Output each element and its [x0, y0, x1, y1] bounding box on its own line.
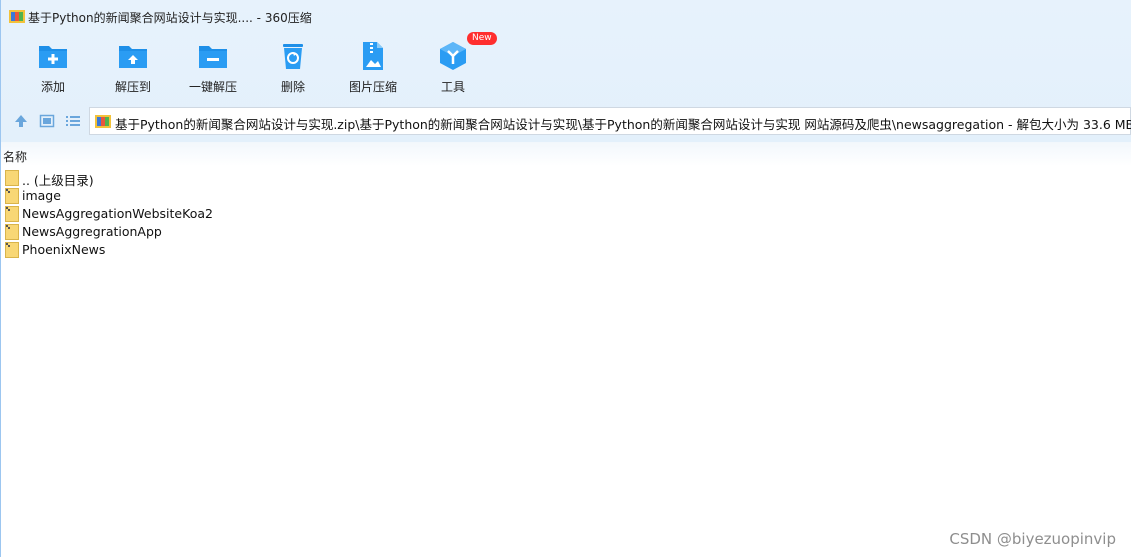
- new-badge: New: [467, 32, 497, 45]
- folder-icon: [5, 206, 19, 222]
- delete-button[interactable]: 删除: [253, 36, 333, 98]
- folder-icon: [5, 224, 19, 240]
- extract-to-button[interactable]: 解压到: [93, 36, 173, 98]
- list-view-icon[interactable]: [65, 113, 81, 129]
- archive-icon: [95, 115, 111, 128]
- list-item[interactable]: image: [1, 187, 1131, 205]
- list-item[interactable]: NewsAggregrationApp: [1, 223, 1131, 241]
- app-window: 基于Python的新闻聚合网站设计与实现.... - 360压缩 添加 解压到: [0, 0, 1131, 557]
- file-name: PhoenixNews: [22, 242, 106, 257]
- image-compress-icon: [363, 42, 383, 70]
- file-name: NewsAggregrationApp: [22, 224, 162, 239]
- title-bar: 基于Python的新闻聚合网站设计与实现.... - 360压缩: [1, 0, 1131, 30]
- delete-label: 删除: [280, 80, 305, 94]
- extract-to-label: 解压到: [114, 80, 151, 94]
- extract-to-icon: [119, 46, 147, 68]
- tools-button[interactable]: New 工具: [413, 32, 497, 98]
- recycle-bin-icon: [283, 44, 303, 69]
- add-label: 添加: [40, 80, 65, 94]
- up-arrow-icon[interactable]: [13, 113, 29, 129]
- file-list: .. (上级目录) image NewsAggregationWebsiteKo…: [1, 169, 1131, 259]
- watermark: CSDN @biyezuopinvip: [949, 530, 1116, 548]
- one-click-extract-label: 一键解压: [188, 80, 237, 94]
- tools-icon: [440, 42, 466, 70]
- file-name: image: [22, 188, 61, 203]
- address-path: 基于Python的新闻聚合网站设计与实现.zip\基于Python的新闻聚合网站…: [115, 117, 1131, 132]
- toolbar: 添加 解压到 一键解压 删除 图片压缩 New 工具: [1, 32, 1131, 98]
- add-button[interactable]: 添加: [13, 36, 93, 98]
- list-item[interactable]: PhoenixNews: [1, 241, 1131, 259]
- address-bar[interactable]: 基于Python的新闻聚合网站设计与实现.zip\基于Python的新闻聚合网站…: [89, 107, 1131, 135]
- add-folder-icon: [39, 46, 67, 68]
- tools-label: 工具: [440, 80, 465, 94]
- one-click-extract-button[interactable]: 一键解压: [173, 36, 253, 98]
- column-name-header[interactable]: 名称: [3, 148, 27, 165]
- column-header: 名称: [1, 142, 1131, 166]
- image-compress-button[interactable]: 图片压缩: [333, 36, 413, 98]
- folder-icon: [5, 170, 19, 186]
- image-compress-label: 图片压缩: [348, 80, 397, 94]
- window-title: 基于Python的新闻聚合网站设计与实现.... - 360压缩: [28, 11, 312, 25]
- app-logo-icon: [9, 10, 25, 23]
- navigation-bar: 基于Python的新闻聚合网站设计与实现.zip\基于Python的新闻聚合网站…: [1, 106, 1131, 136]
- one-click-extract-icon: [199, 46, 227, 68]
- list-item[interactable]: NewsAggregationWebsiteKoa2: [1, 205, 1131, 223]
- thumbnail-view-icon[interactable]: [39, 113, 55, 129]
- window-header: 基于Python的新闻聚合网站设计与实现.... - 360压缩 添加 解压到: [1, 0, 1131, 142]
- list-item[interactable]: .. (上级目录): [1, 169, 1131, 188]
- folder-icon: [5, 188, 19, 204]
- folder-icon: [5, 242, 19, 258]
- file-name: NewsAggregationWebsiteKoa2: [22, 206, 213, 221]
